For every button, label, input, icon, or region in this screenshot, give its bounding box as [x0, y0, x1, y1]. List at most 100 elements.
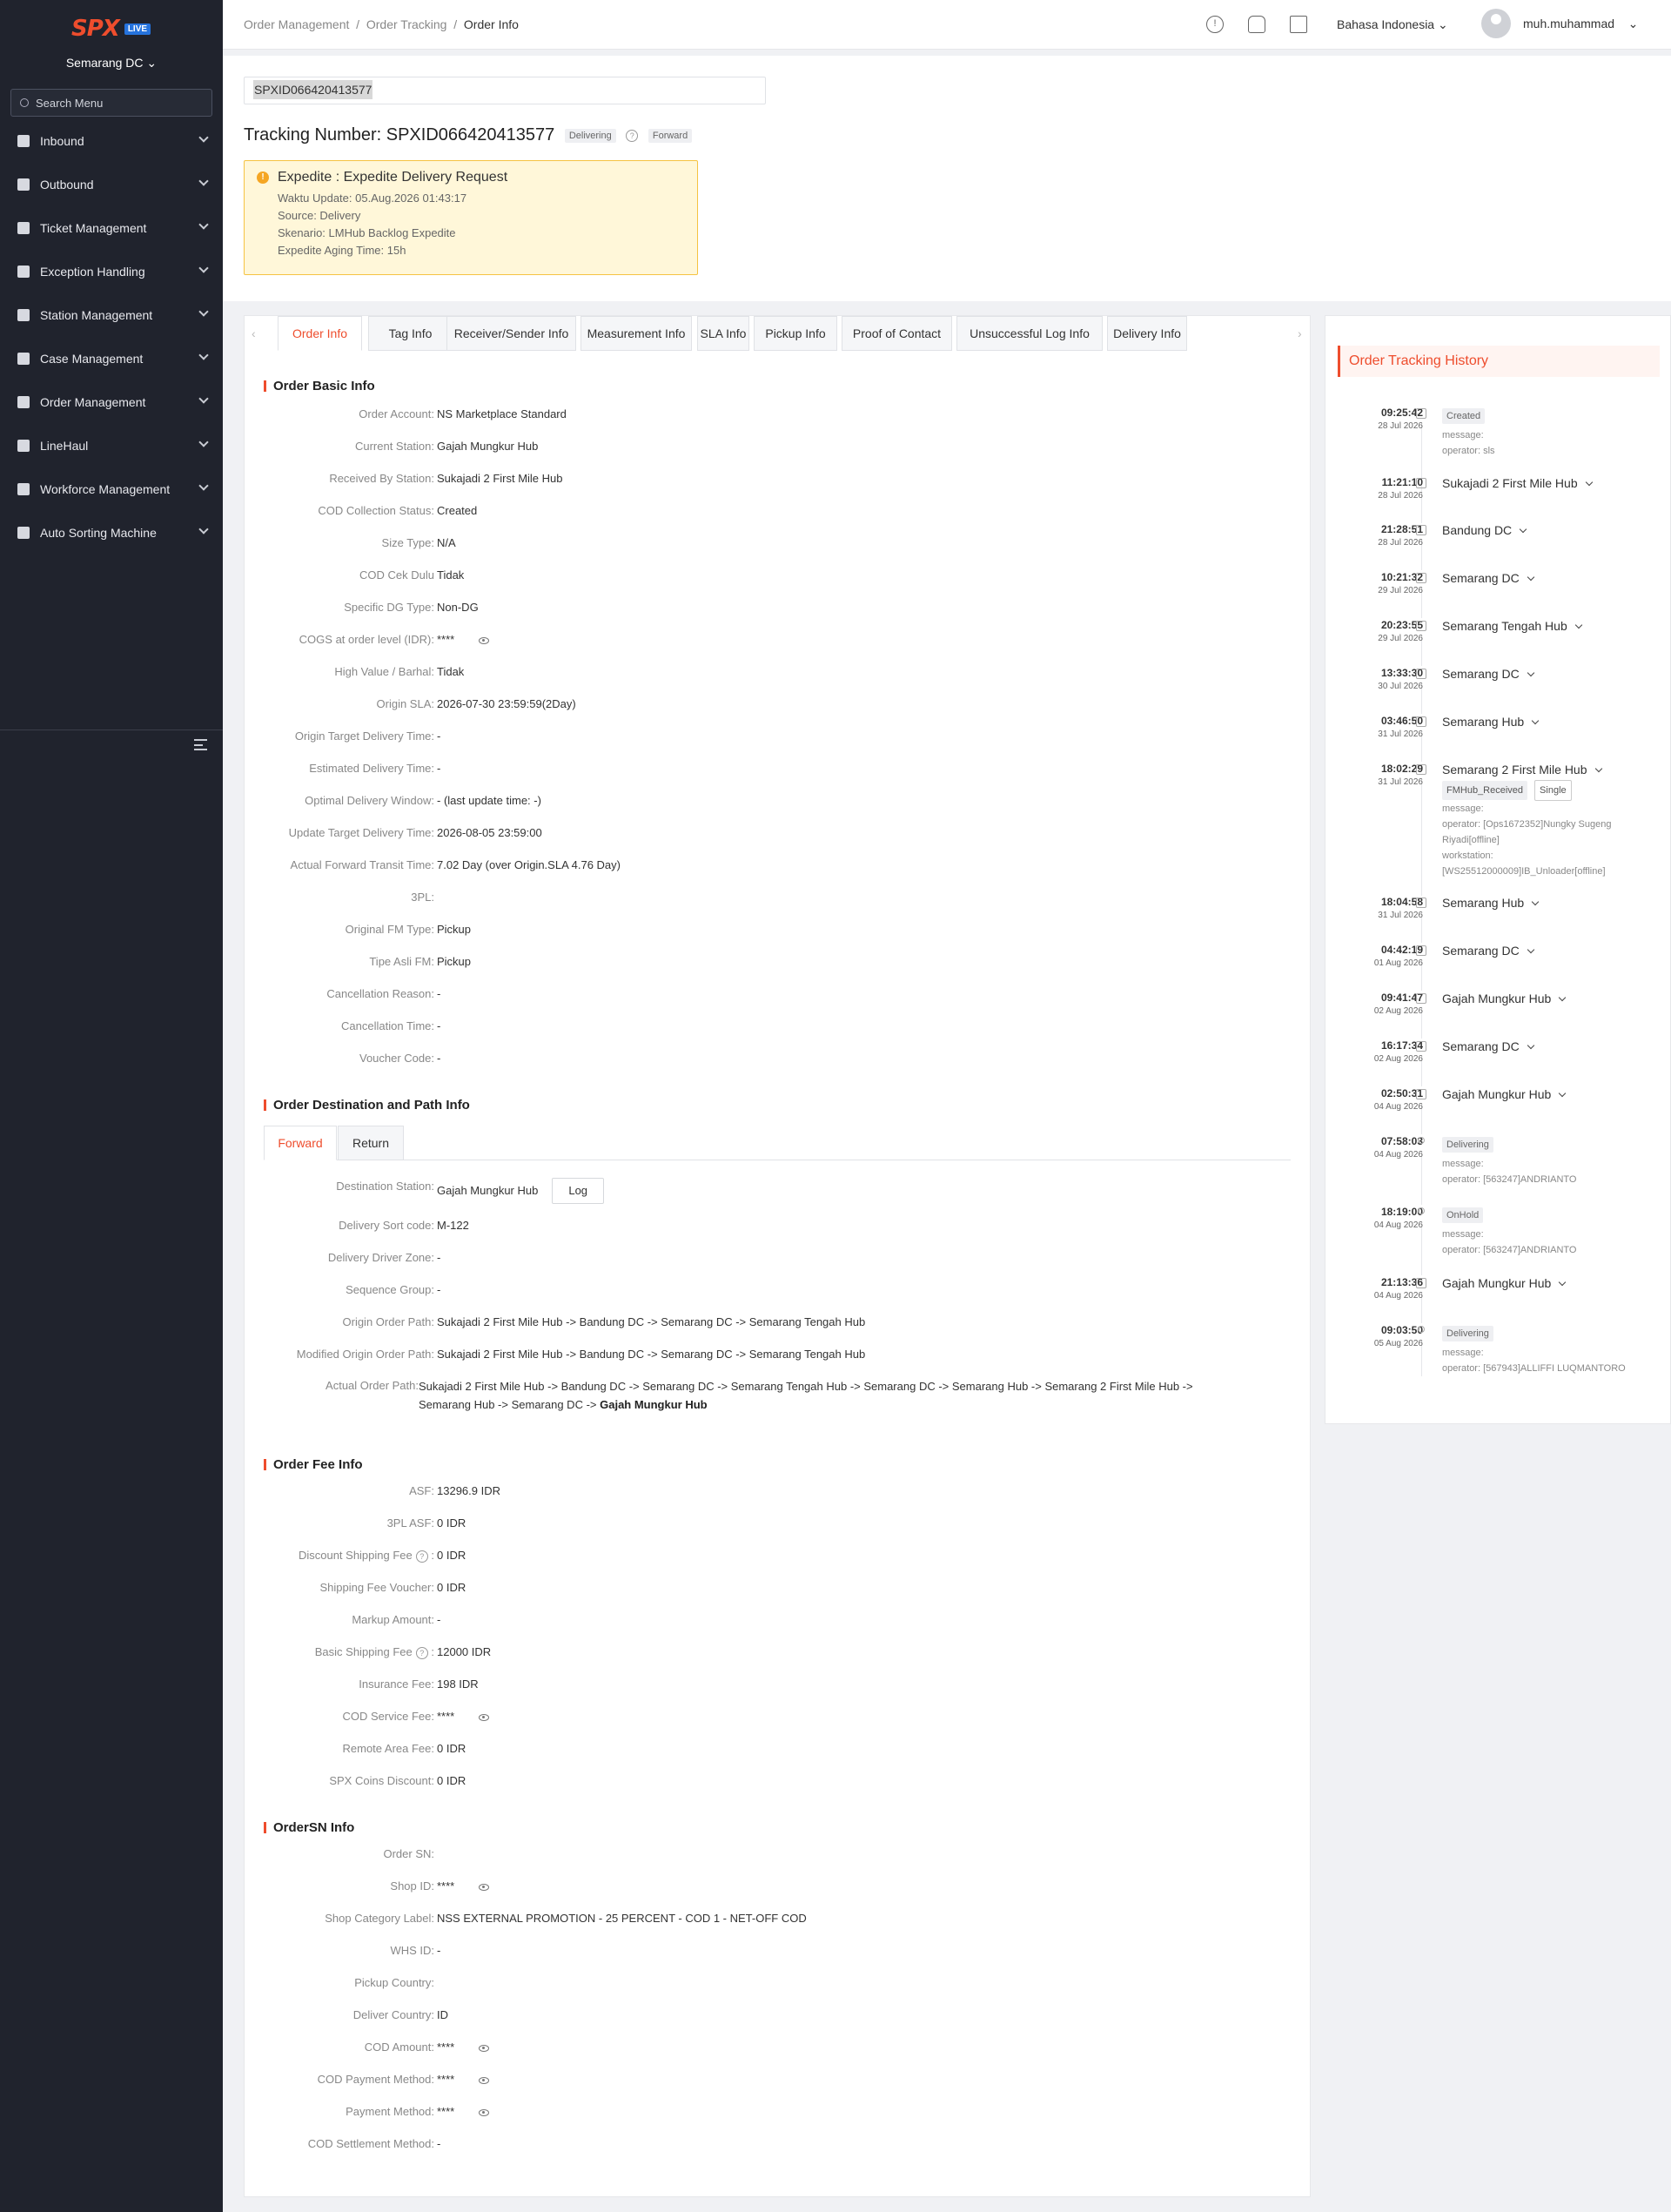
sidebar-item[interactable]: Station Management — [0, 293, 223, 337]
event-station[interactable]: Semarang DC — [1442, 1039, 1534, 1053]
station-icon — [1416, 478, 1426, 488]
chevron-down-icon[interactable] — [1527, 945, 1534, 954]
breadcrumb-item[interactable]: Order Management — [244, 17, 349, 31]
field-label: Shipping Fee Voucher: — [319, 1579, 434, 1597]
sidebar-item[interactable]: Auto Sorting Machine — [0, 511, 223, 555]
field-value: Gajah Mungkur Hub — [437, 438, 538, 455]
shield-icon[interactable]: ! — [1206, 16, 1224, 33]
info-row: Cancellation Time: - — [245, 1018, 1289, 1035]
menu-item-icon — [17, 396, 30, 408]
collapse-menu-icon[interactable] — [194, 739, 207, 750]
eye-icon[interactable] — [479, 1713, 490, 1721]
help-icon[interactable]: ? — [415, 1550, 428, 1563]
tab-pickup-info[interactable]: Pickup Info — [754, 316, 837, 351]
subtab-forward[interactable]: Forward — [264, 1126, 337, 1160]
chevron-down-icon[interactable] — [1531, 716, 1540, 725]
breadcrumb-item[interactable]: Order Tracking — [366, 17, 447, 31]
event-station[interactable]: Semarang Hub — [1442, 715, 1540, 729]
help-icon[interactable]: ? — [626, 129, 639, 142]
chevron-down-icon[interactable] — [1594, 764, 1602, 773]
sidebar-item-label: Order Management — [40, 395, 146, 409]
chevron-down-icon[interactable] — [1527, 573, 1534, 582]
sidebar-item[interactable]: LineHaul — [0, 424, 223, 467]
event-station[interactable]: Gajah Mungkur Hub — [1442, 1087, 1567, 1101]
clipboard-icon[interactable] — [1290, 16, 1307, 33]
event-station[interactable]: Semarang DC — [1442, 944, 1534, 958]
event-station[interactable]: Semarang DC — [1442, 571, 1534, 585]
info-row: COD Amount: **** — [245, 2039, 1289, 2056]
page-title: Tracking Number: SPXID066420413577 Deliv… — [244, 125, 693, 145]
help-icon[interactable]: ? — [415, 1646, 428, 1659]
menu-item-icon — [17, 353, 30, 365]
field-value-text: Sukajadi 2 First Mile Hub — [437, 472, 563, 485]
info-row: Delivery Sort code: M-122 — [245, 1217, 1289, 1234]
info-row: Delivery Driver Zone: - — [245, 1249, 1289, 1267]
event-station[interactable]: Semarang Tengah Hub — [1442, 619, 1582, 633]
chevron-down-icon[interactable] — [1559, 1089, 1567, 1098]
top-bar: Order Management / Order Tracking / Orde… — [223, 0, 1671, 50]
event-station[interactable]: Semarang DC — [1442, 667, 1534, 681]
sidebar-item[interactable]: Inbound — [0, 119, 223, 163]
sidebar-item[interactable]: Case Management — [0, 337, 223, 380]
sidebar-item[interactable]: Ticket Management — [0, 206, 223, 250]
chevron-down-icon[interactable] — [1574, 621, 1582, 629]
tracking-number-input[interactable]: SPXID066420413577 — [244, 77, 766, 104]
field-value: N/A — [437, 535, 456, 552]
tab-delivery-info[interactable]: Delivery Info — [1107, 316, 1187, 351]
tab-unsuccessful-log-info[interactable]: Unsuccessful Log Info — [956, 316, 1103, 351]
menu-item-icon — [17, 440, 30, 452]
sidebar-item-label: Workforce Management — [40, 482, 171, 496]
chevron-down-icon[interactable] — [1585, 478, 1593, 487]
chevron-down-icon[interactable] — [1527, 669, 1534, 677]
event-station[interactable]: Gajah Mungkur Hub — [1442, 992, 1567, 1005]
chevron-down-icon[interactable] — [1531, 898, 1540, 906]
sidebar-item[interactable]: Workforce Management — [0, 467, 223, 511]
eye-icon[interactable] — [479, 2108, 490, 2116]
event-station[interactable]: Semarang 2 First Mile Hub — [1442, 763, 1602, 777]
tab-order-info[interactable]: Order Info — [278, 316, 362, 351]
sidebar-item[interactable]: Exception Handling — [0, 250, 223, 293]
language-selector[interactable]: Bahasa Indonesia ⌄ — [1337, 17, 1448, 32]
field-value-text: - — [437, 762, 441, 775]
subtab-return[interactable]: Return — [338, 1126, 404, 1160]
sidebar: SPX LIVE Semarang DC ⌄ Search Menu Inbou… — [0, 0, 223, 2212]
tab-measurement-info[interactable]: Measurement Info — [580, 316, 692, 351]
chevron-right-icon[interactable]: › — [1298, 326, 1302, 340]
field-value-text: Tidak — [437, 568, 465, 582]
avatar[interactable] — [1481, 9, 1511, 38]
chevron-down-icon[interactable] — [1559, 1278, 1567, 1287]
station-name: Semarang Hub — [1442, 715, 1525, 729]
field-value: Non-DG — [437, 599, 479, 616]
event-station[interactable]: Gajah Mungkur Hub — [1442, 1276, 1567, 1290]
search-input[interactable]: Search Menu — [10, 89, 212, 117]
sidebar-item[interactable]: Order Management — [0, 380, 223, 424]
eye-icon[interactable] — [479, 636, 490, 644]
field-label: High Value / Barhal: — [334, 663, 434, 681]
event-station[interactable]: Sukajadi 2 First Mile Hub — [1442, 476, 1593, 490]
eye-icon[interactable] — [479, 2044, 490, 2052]
chevron-left-icon[interactable]: ‹ — [252, 326, 256, 340]
tab-tag-info[interactable]: Tag Info — [368, 316, 453, 351]
field-value: NS Marketplace Standard — [437, 406, 567, 423]
event-station[interactable]: Bandung DC — [1442, 523, 1527, 537]
field-value: Sukajadi 2 First Mile Hub — [437, 470, 563, 487]
chevron-down-icon[interactable] — [1527, 1041, 1534, 1050]
eye-icon[interactable] — [479, 1883, 490, 1891]
chevron-down-icon[interactable] — [1559, 993, 1567, 1002]
eye-icon[interactable] — [479, 2076, 490, 2084]
tab-proof-of-contact[interactable]: Proof of Contact — [842, 316, 952, 351]
station-selector[interactable]: Semarang DC ⌄ — [0, 56, 223, 71]
sidebar-item[interactable]: Outbound — [0, 163, 223, 206]
user-menu[interactable]: muh.muhammad ⌄ — [1523, 17, 1638, 31]
tab-sla-info[interactable]: SLA Info — [697, 316, 749, 351]
log-button[interactable]: Log — [552, 1178, 605, 1204]
event-station[interactable]: Semarang Hub — [1442, 896, 1540, 910]
tab-receiver-sender-info[interactable]: Receiver/Sender Info — [446, 316, 576, 351]
station-name: Semarang Tengah Hub — [1442, 619, 1567, 633]
info-row: Optimal Delivery Window: - (last update t… — [245, 792, 1289, 810]
event-status-badge: Delivering — [1442, 1137, 1493, 1153]
field-label-text: COGS at order level (IDR): — [299, 633, 434, 646]
bell-icon[interactable] — [1248, 16, 1265, 33]
field-label-text: COD Cek Dulu — [359, 568, 434, 582]
chevron-down-icon[interactable] — [1519, 525, 1527, 534]
